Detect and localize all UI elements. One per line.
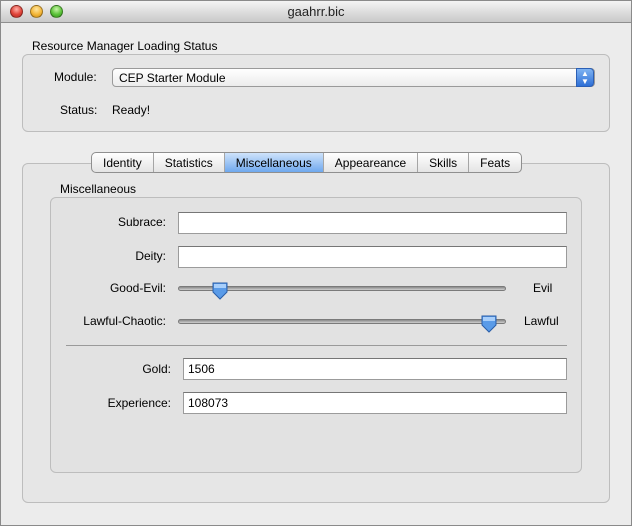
tab-miscellaneous[interactable]: Miscellaneous [224, 153, 324, 172]
good-evil-end-label: Evil [533, 281, 553, 295]
window-title: gaahrr.bic [287, 4, 345, 19]
misc-group-title: Miscellaneous [60, 182, 137, 196]
tab-feats[interactable]: Feats [469, 153, 521, 172]
gold-label: Gold: [142, 362, 171, 376]
module-select-value: CEP Starter Module [119, 71, 226, 85]
deity-label: Deity: [135, 249, 166, 263]
misc-group-box [50, 197, 582, 473]
lawful-chaotic-end-label: Lawful [524, 314, 559, 328]
section-divider [66, 345, 567, 346]
lawful-chaotic-label: Lawful-Chaotic: [83, 314, 166, 328]
module-select[interactable]: CEP Starter Module ▲ ▼ [112, 68, 595, 87]
experience-input[interactable]: 108073 [183, 392, 567, 414]
title-bar[interactable]: gaahrr.bic [1, 1, 631, 23]
gold-input[interactable]: 1506 [183, 358, 567, 380]
good-evil-label: Good-Evil: [109, 281, 166, 295]
chevron-updown-icon: ▲ ▼ [576, 68, 594, 87]
module-label: Module: [54, 70, 97, 84]
good-evil-slider-thumb[interactable] [212, 282, 228, 300]
status-section-heading: Resource Manager Loading Status [32, 39, 218, 53]
tab-appeareance[interactable]: Appeareance [324, 153, 419, 172]
tab-statistics[interactable]: Statistics [154, 153, 225, 172]
tab-bar: Identity Statistics Miscellaneous Appear… [91, 152, 523, 173]
lawful-chaotic-slider[interactable] [178, 319, 506, 324]
lawful-chaotic-slider-thumb[interactable] [481, 315, 497, 333]
tab-identity[interactable]: Identity [92, 153, 154, 172]
app-window: gaahrr.bic Resource Manager Loading Stat… [0, 0, 632, 526]
experience-label: Experience: [107, 396, 171, 410]
status-value: Ready! [112, 103, 151, 117]
tab-skills[interactable]: Skills [418, 153, 470, 172]
status-group-box [22, 54, 610, 132]
deity-input[interactable] [178, 246, 567, 268]
subrace-label: Subrace: [117, 215, 166, 229]
subrace-input[interactable] [178, 212, 567, 234]
status-label: Status: [60, 103, 98, 117]
